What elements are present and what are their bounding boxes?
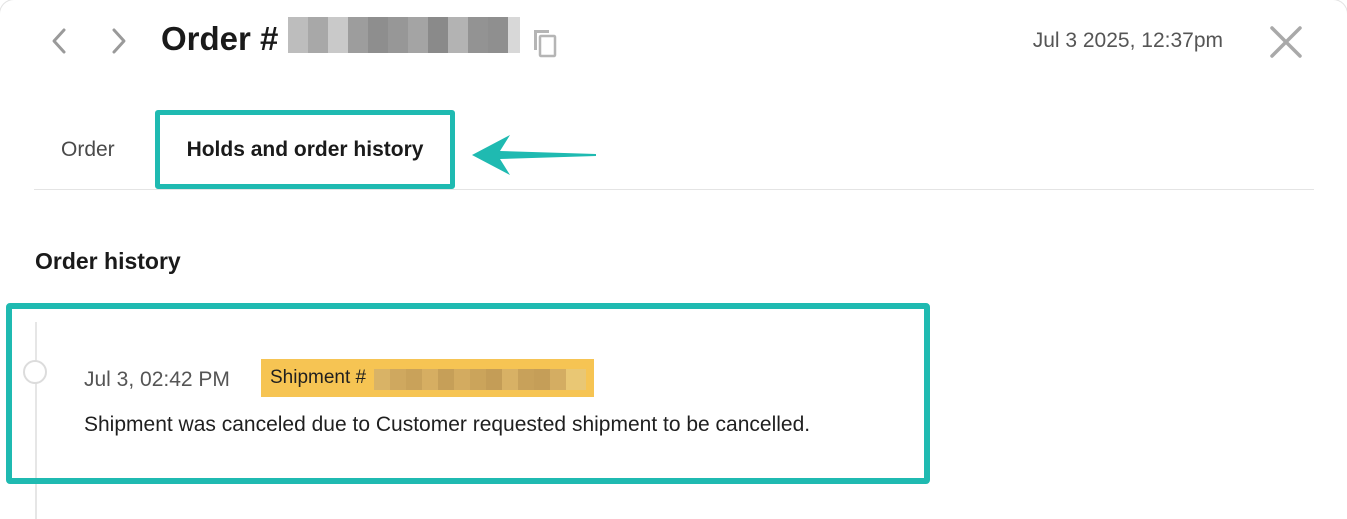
order-detail-panel: Order # Jul 3 2025, 12:37pm Order Holds … (0, 0, 1347, 519)
timeline-dot (23, 360, 47, 384)
tab-bar: Order Holds and order history (34, 110, 1314, 190)
page-title: Order # (161, 20, 279, 57)
chevron-right-icon[interactable] (102, 24, 136, 58)
annotation-arrow-icon (472, 135, 596, 175)
redacted-shipment-number (374, 369, 586, 390)
tab-holds-and-order-history[interactable]: Holds and order history (155, 110, 455, 189)
order-date: Jul 3 2025, 12:37pm (1032, 29, 1223, 52)
history-entry-description: Shipment was canceled due to Customer re… (84, 413, 811, 436)
redacted-order-number (288, 17, 520, 53)
shipment-tag-label: Shipment # (270, 367, 367, 388)
history-entry-time: Jul 3, 02:42 PM (84, 368, 230, 391)
section-title-order-history: Order history (35, 248, 181, 274)
copy-icon[interactable] (530, 26, 560, 60)
close-icon[interactable] (1265, 21, 1307, 63)
chevron-left-icon[interactable] (42, 24, 76, 58)
tab-order[interactable]: Order (61, 110, 115, 189)
